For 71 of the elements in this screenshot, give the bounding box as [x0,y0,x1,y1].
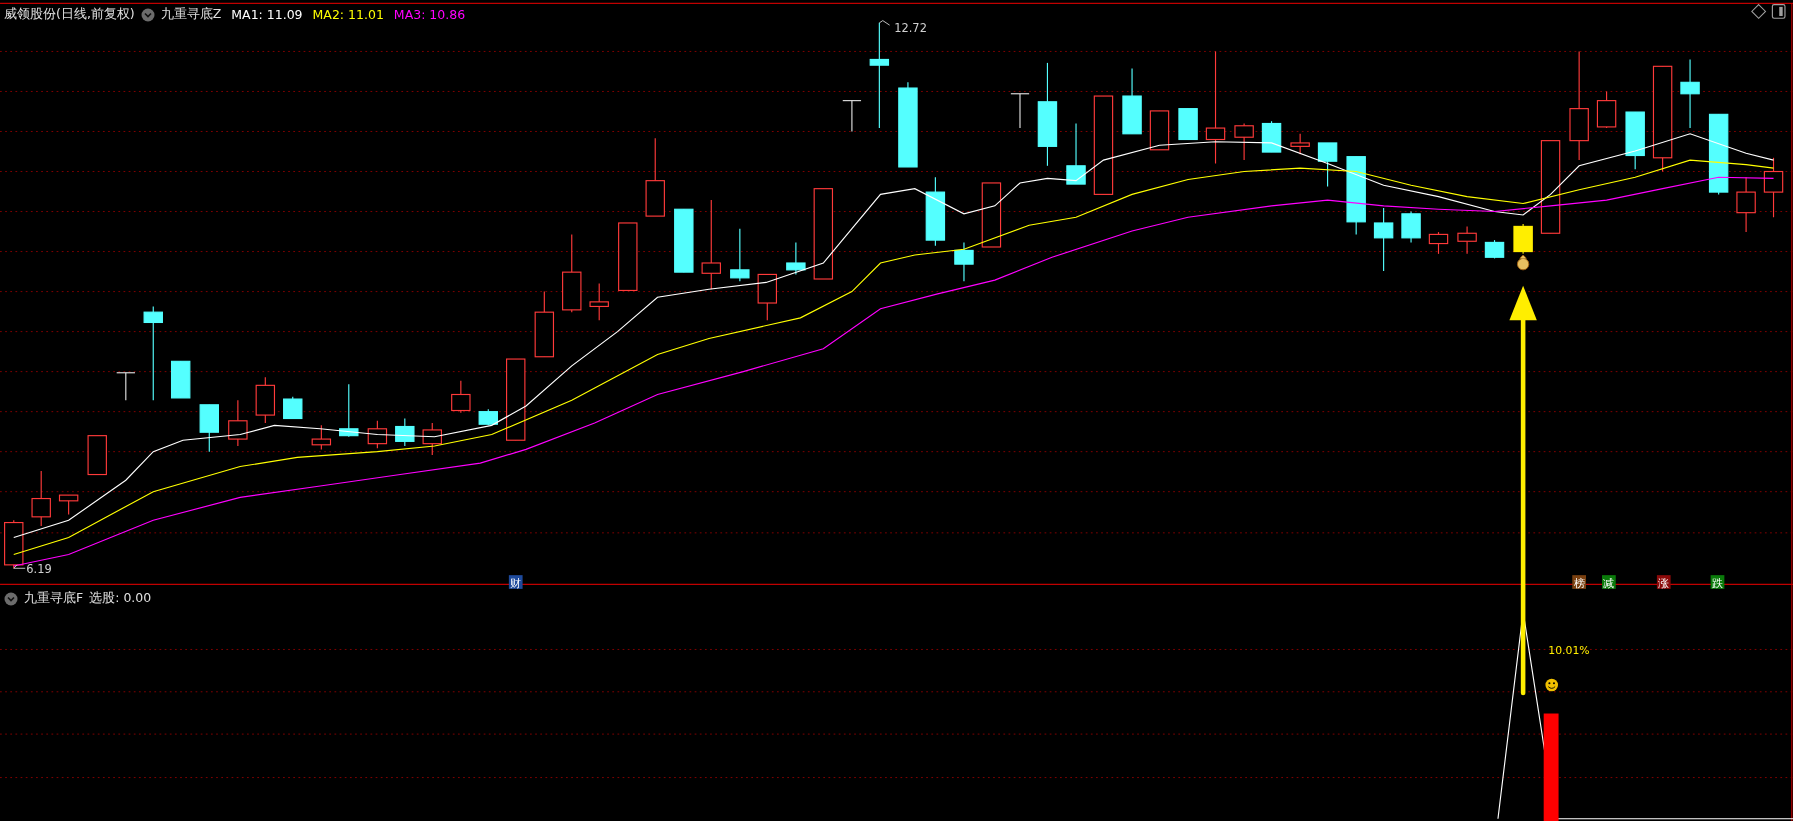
event-tag[interactable]: 减 [1603,575,1615,590]
candlestick [339,383,359,438]
candlestick [1736,176,1756,233]
candlestick [367,420,388,449]
candlestick [674,208,694,273]
high-price-marker [878,20,891,26]
gain-label: 10.01% [1548,644,1590,658]
candlestick [954,241,974,282]
event-tag[interactable]: 榜 [1573,575,1585,590]
candlestick [451,380,471,414]
event-tag[interactable]: 跌 [1712,575,1723,590]
candlestick [31,470,51,527]
candlestick [478,408,498,426]
candlestick [534,291,555,358]
candlestick [171,360,191,399]
moving-average-value: MA2: 11.01 [312,7,384,22]
candlestick [1457,225,1477,255]
candlestick [58,494,79,516]
candlestick [1290,133,1310,155]
diamond-icon[interactable] [1751,3,1767,20]
candlestick [395,417,415,447]
candlestick [589,283,609,321]
candlestick [1149,110,1170,151]
candlestick [283,396,303,420]
candlestick [1428,231,1449,255]
candlestick [1122,68,1142,135]
candlestick [618,222,638,291]
candlestick [842,100,862,133]
candlestick [1680,58,1700,129]
candlestick [1484,239,1505,259]
candlestick [1625,111,1645,170]
candlestick [1066,122,1086,185]
panel-toggle-icon[interactable] [1771,4,1786,19]
candlestick [1401,210,1421,243]
candlestick [730,228,750,282]
event-tag[interactable]: 财 [510,575,522,590]
candlestick [757,273,777,321]
dropdown-icon[interactable] [140,7,155,22]
candlestick [1596,90,1617,129]
candlestick [981,182,1002,248]
candlestick [786,241,806,275]
indicator-name: 九重寻底Z [160,6,222,23]
candlestick [1261,120,1282,153]
candlestick [1373,207,1394,272]
low-price-label: 6.19 [26,561,52,576]
candlestick [925,176,946,247]
stock-title: 威领股份(日线,前复权) [4,6,135,23]
candlestick [1317,142,1338,187]
candlestick [87,435,107,476]
candlestick [228,399,248,447]
event-tag[interactable]: 涨 [1658,575,1670,590]
candlestick [116,372,136,401]
candlestick [422,422,442,456]
low-price-marker [13,564,26,569]
money-bag-icon [1516,254,1530,271]
high-price-label: 12.72 [894,21,927,35]
candlestick [199,404,219,453]
dropdown-icon[interactable] [4,591,18,606]
candlestick [1234,122,1254,161]
candlestick [1763,157,1784,218]
smiley-icon [1545,678,1558,692]
moving-average-value: MA1: 11.09 [231,7,303,22]
candlestick [255,376,276,424]
candlestick [1513,223,1533,255]
indicator-name: 九重寻底F [24,590,84,607]
candlestick [311,424,332,450]
candlestick [1178,108,1198,141]
indicator-value: 选股: 0.00 [89,590,152,607]
moving-average-value: MA3: 10.86 [393,7,466,22]
candlestick [1010,93,1030,129]
candlestick [4,519,24,569]
